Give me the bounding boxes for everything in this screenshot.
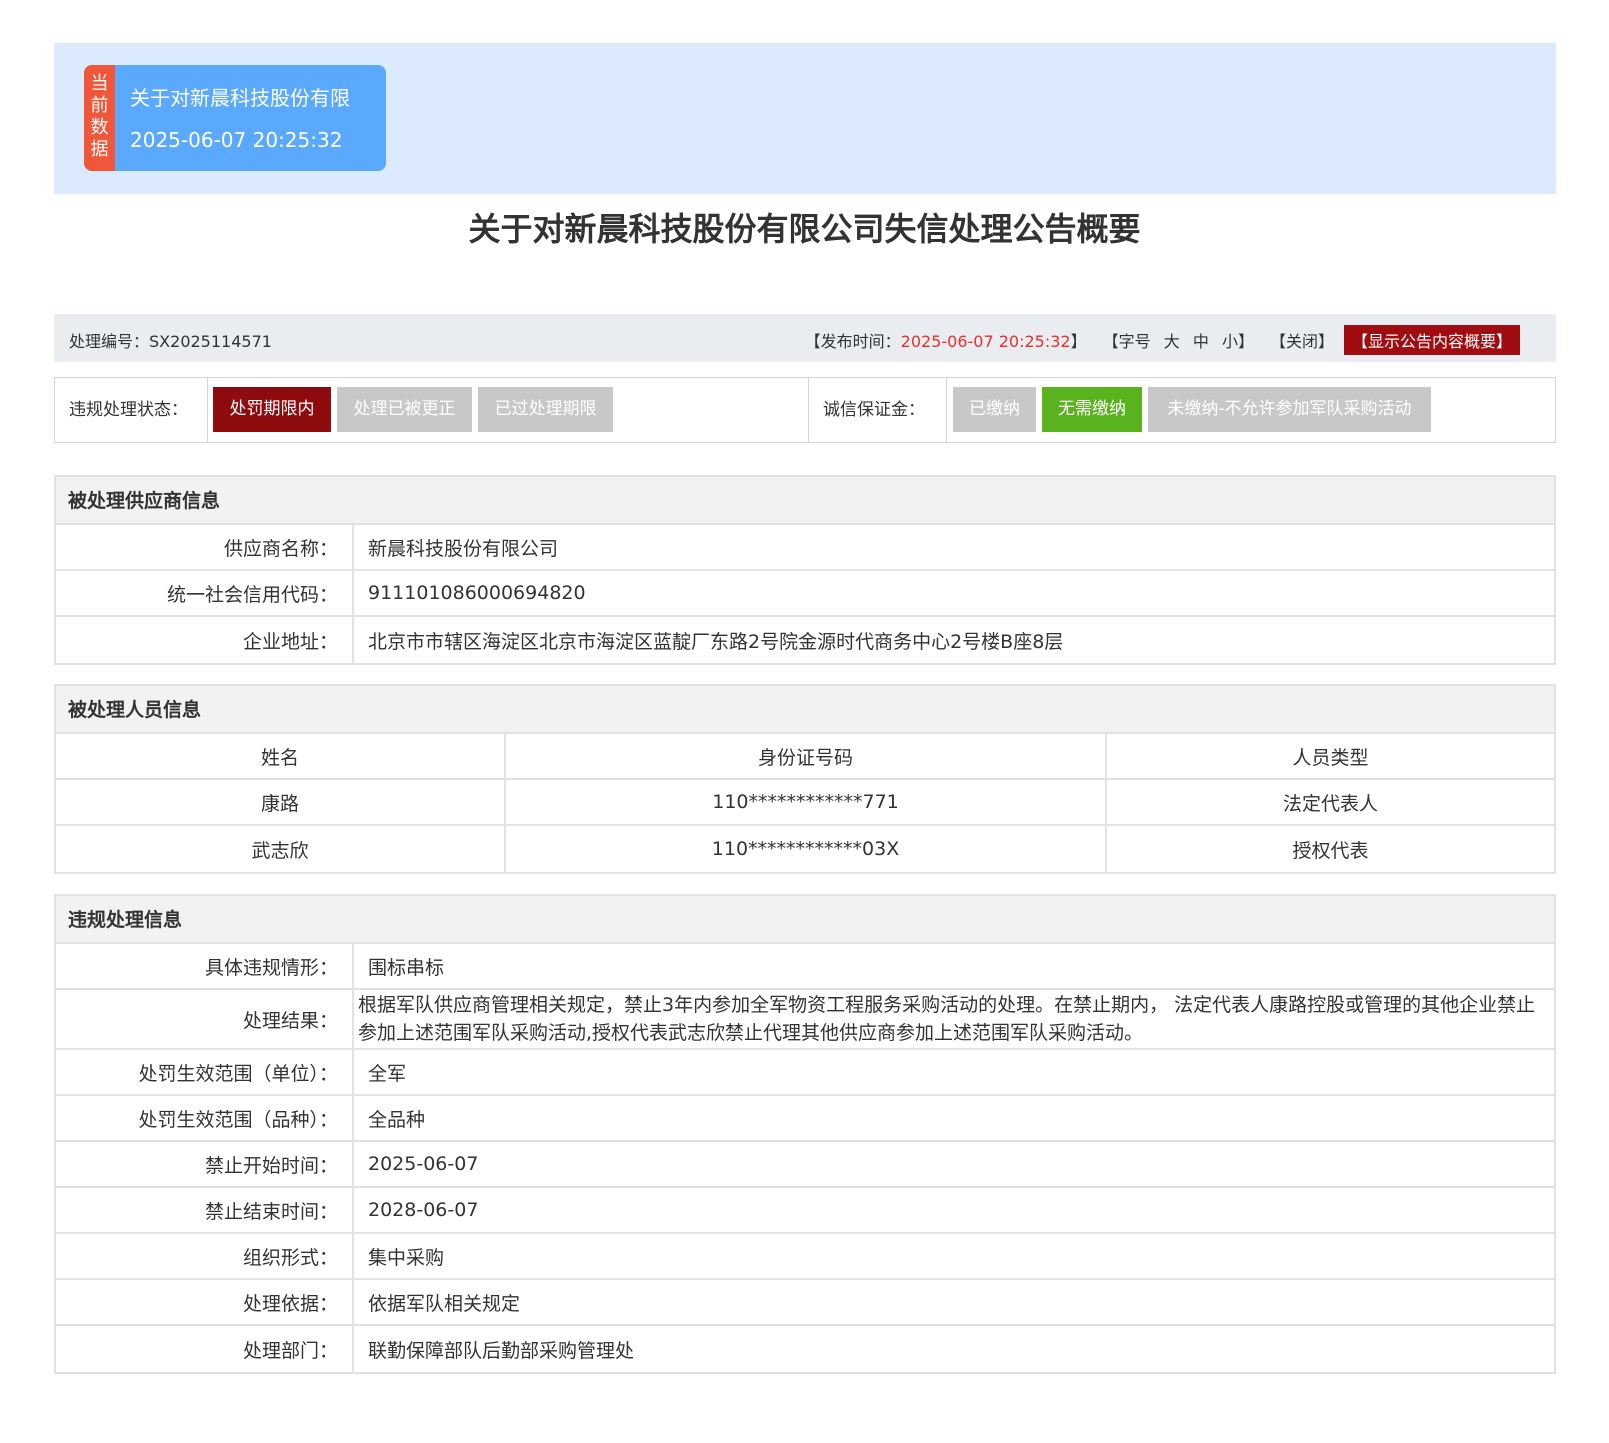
current-data-time: 2025-06-07 20:25:32	[130, 128, 343, 152]
close-link[interactable]: 【关闭】	[1270, 328, 1334, 352]
font-size-medium-link[interactable]: 中	[1193, 332, 1209, 351]
status-chip-corrected[interactable]: 处理已被更正	[337, 387, 472, 432]
table-row: 处理结果： 根据军队供应商管理相关规定，禁止3年内参加全军物资工程服务采购活动的…	[56, 990, 1554, 1050]
font-size-suffix: 】	[1237, 332, 1254, 351]
ban-start-value: 2025-06-07	[368, 1153, 479, 1175]
publish-time-value: 2025-06-07 20:25:32	[900, 332, 1071, 351]
font-size-prefix: 【字号	[1102, 332, 1151, 351]
font-size-small-link[interactable]: 小	[1222, 332, 1238, 351]
table-row: 禁止结束时间： 2028-06-07	[56, 1188, 1554, 1234]
supplier-name-value: 新晨科技股份有限公司	[368, 537, 559, 560]
table-row: 康路 110************771 法定代表人	[56, 780, 1554, 826]
current-data-card[interactable]: 当前数据 关于对新晨科技股份有限 2025-06-07 20:25:32	[84, 65, 386, 171]
result-label: 处理结果：	[56, 990, 354, 1048]
table-row: 处理依据： 依据军队相关规定	[56, 1280, 1554, 1326]
department-label: 处理部门：	[56, 1326, 354, 1372]
org-form-label: 组织形式：	[56, 1234, 354, 1278]
ban-end-label: 禁止结束时间：	[56, 1188, 354, 1232]
violation-status-label: 违规处理状态：	[55, 378, 208, 442]
credit-code-label: 统一社会信用代码：	[56, 571, 354, 615]
publish-time-suffix: 】	[1070, 332, 1087, 351]
status-bar: 违规处理状态： 处罚期限内 处理已被更正 已过处理期限 诚信保证金： 已缴纳 无…	[54, 377, 1556, 443]
supplier-section: 被处理供应商信息 供应商名称： 新晨科技股份有限公司 统一社会信用代码： 911…	[54, 475, 1556, 665]
table-row: 供应商名称： 新晨科技股份有限公司	[56, 525, 1554, 571]
deposit-label: 诚信保证金：	[809, 378, 947, 442]
person-id: 110************03X	[506, 826, 1107, 872]
table-row: 企业地址： 北京市市辖区海淀区北京市海淀区蓝靛厂东路2号院金源时代商务中心2号楼…	[56, 617, 1554, 663]
basis-label: 处理依据：	[56, 1280, 354, 1324]
current-data-tag: 当前数据	[84, 65, 115, 171]
persons-header-row: 姓名 身份证号码 人员类型	[56, 734, 1554, 780]
basis-value: 依据军队相关规定	[368, 1292, 521, 1315]
publish-time: 【发布时间：2025-06-07 20:25:32】	[805, 328, 1087, 352]
address-value: 北京市市辖区海淀区北京市海淀区蓝靛厂东路2号院金源时代商务中心2号楼B座8层	[368, 630, 1064, 653]
deposit-chip-not-required[interactable]: 无需缴纳	[1042, 387, 1142, 432]
table-row: 处罚生效范围（单位）： 全军	[56, 1050, 1554, 1096]
record-id-value: SX2025114571	[149, 332, 272, 351]
record-id-label: 处理编号：	[69, 332, 150, 351]
person-id: 110************771	[506, 780, 1107, 824]
person-type: 授权代表	[1292, 839, 1369, 862]
violation-type-value: 围标串标	[368, 956, 445, 979]
persons-heading: 被处理人员信息	[56, 686, 1554, 734]
credit-code-value: 911101086000694820	[368, 582, 586, 604]
status-chip-expired[interactable]: 已过处理期限	[478, 387, 613, 432]
table-row: 处理部门： 联勤保障部队后勤部采购管理处	[56, 1326, 1554, 1372]
table-row: 禁止开始时间： 2025-06-07	[56, 1142, 1554, 1188]
scope-unit-value: 全军	[368, 1062, 407, 1085]
table-row: 武志欣 110************03X 授权代表	[56, 826, 1554, 872]
scope-category-label: 处罚生效范围（品种）：	[56, 1096, 354, 1140]
meta-actions: 【发布时间：2025-06-07 20:25:32】 【字号 大 中 小】 【关…	[805, 325, 1520, 355]
persons-section: 被处理人员信息 姓名 身份证号码 人员类型 康路 110************…	[54, 684, 1556, 874]
table-row: 组织形式： 集中采购	[56, 1234, 1554, 1280]
person-name: 康路	[56, 780, 506, 824]
record-id: 处理编号：SX2025114571	[69, 328, 272, 352]
supplier-heading: 被处理供应商信息	[56, 477, 1554, 525]
ban-start-label: 禁止开始时间：	[56, 1142, 354, 1186]
font-size-control: 【字号 大 中 小】	[1103, 328, 1254, 352]
col-header-type: 人员类型	[1292, 746, 1369, 769]
address-label: 企业地址：	[56, 617, 354, 663]
violation-heading: 违规处理信息	[56, 896, 1554, 944]
deposit-chip-unpaid[interactable]: 未缴纳-不允许参加军队采购活动	[1148, 387, 1431, 432]
violation-section: 违规处理信息 具体违规情形： 围标串标 处理结果： 根据军队供应商管理相关规定，…	[54, 894, 1556, 1374]
show-summary-button[interactable]: 【显示公告内容概要】	[1343, 325, 1520, 355]
page-title: 关于对新晨科技股份有限公司失信处理公告概要	[468, 210, 1141, 248]
ban-end-value: 2028-06-07	[368, 1199, 479, 1221]
department-value: 联勤保障部队后勤部采购管理处	[368, 1339, 635, 1362]
col-header-name: 姓名	[56, 734, 506, 778]
deposit-chip-paid[interactable]: 已缴纳	[953, 387, 1036, 432]
status-chip-in-penalty[interactable]: 处罚期限内	[213, 387, 331, 432]
violation-type-label: 具体违规情形：	[56, 944, 354, 988]
table-row: 处罚生效范围（品种）： 全品种	[56, 1096, 1554, 1142]
current-data-title[interactable]: 关于对新晨科技股份有限	[130, 82, 350, 111]
meta-bar: 处理编号：SX2025114571 【发布时间：2025-06-07 20:25…	[54, 314, 1556, 362]
font-size-large-link[interactable]: 大	[1164, 332, 1180, 351]
table-row: 具体违规情形： 围标串标	[56, 944, 1554, 990]
result-value: 根据军队供应商管理相关规定，禁止3年内参加全军物资工程服务采购活动的处理。在禁止…	[358, 994, 1536, 1044]
scope-unit-label: 处罚生效范围（单位）：	[56, 1050, 354, 1094]
publish-time-prefix: 【发布时间：	[804, 332, 901, 351]
org-form-value: 集中采购	[368, 1246, 445, 1269]
person-type: 法定代表人	[1282, 792, 1378, 815]
col-header-id: 身份证号码	[506, 734, 1107, 778]
supplier-name-label: 供应商名称：	[56, 525, 354, 569]
scope-category-value: 全品种	[368, 1108, 426, 1131]
table-row: 统一社会信用代码： 911101086000694820	[56, 571, 1554, 617]
person-name: 武志欣	[56, 826, 506, 872]
